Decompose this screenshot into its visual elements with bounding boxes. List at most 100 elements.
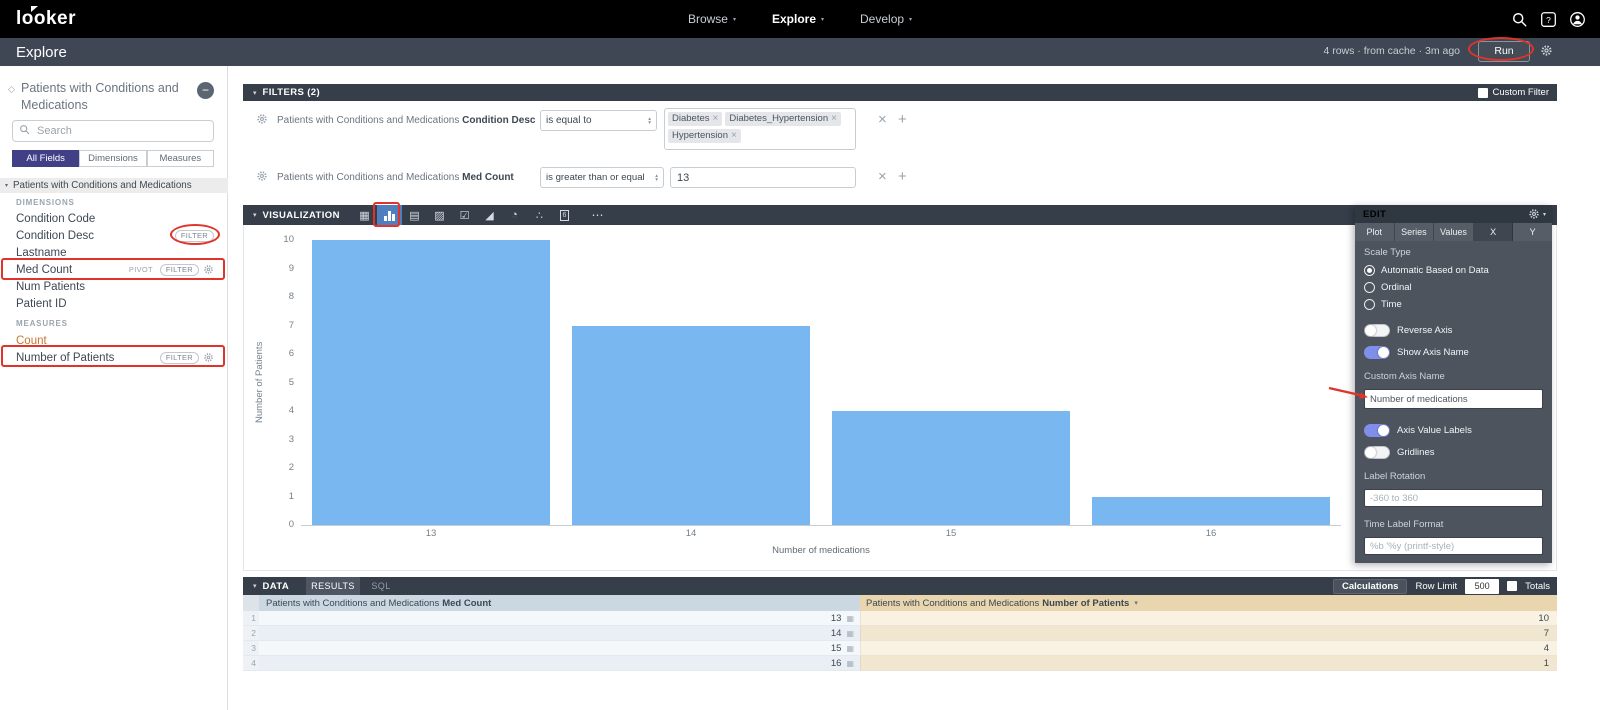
- filter-button[interactable]: FILTER: [175, 230, 214, 242]
- tab-sql[interactable]: SQL: [360, 577, 402, 595]
- box-plot-icon[interactable]: ▨: [427, 205, 452, 225]
- nav-develop[interactable]: Develop▾: [860, 12, 912, 26]
- run-button[interactable]: Run: [1478, 41, 1530, 62]
- show-axis-name-toggle[interactable]: [1364, 346, 1390, 359]
- radio-time[interactable]: Time: [1364, 296, 1543, 313]
- drill-grid-icon[interactable]: ▦: [846, 614, 854, 623]
- remove-tag-icon[interactable]: ×: [831, 113, 837, 125]
- top-nav: looker Browse▾ Explore▾ Develop▾ ?: [0, 0, 1600, 38]
- med-count-column-header[interactable]: Patients with Conditions and Medications…: [259, 595, 860, 611]
- account-icon[interactable]: [1569, 11, 1586, 28]
- looker-logo[interactable]: looker: [16, 8, 76, 30]
- filter-button[interactable]: FILTER: [160, 264, 199, 276]
- drill-grid-icon[interactable]: ▦: [846, 629, 854, 638]
- bar-14[interactable]: [572, 326, 810, 526]
- med-count-value: 15: [831, 643, 842, 654]
- radio-ordinal[interactable]: Ordinal: [1364, 279, 1543, 296]
- calculations-button[interactable]: Calculations: [1333, 579, 1408, 594]
- tab-plot[interactable]: Plot: [1355, 223, 1395, 241]
- field-count[interactable]: Count: [0, 332, 228, 349]
- radio-icon[interactable]: [1364, 265, 1375, 276]
- gear-icon[interactable]: [256, 113, 268, 125]
- remove-tag-icon[interactable]: ×: [731, 130, 737, 142]
- filter-value-input[interactable]: [670, 167, 856, 188]
- radio-automatic-based-on-data[interactable]: Automatic Based on Data: [1364, 262, 1543, 279]
- remove-filter-icon[interactable]: ×: [878, 113, 887, 127]
- bar-15[interactable]: [832, 411, 1070, 525]
- gear-icon[interactable]: [256, 170, 268, 182]
- x-tick-label: 16: [1081, 528, 1341, 539]
- gear-icon[interactable]: [1540, 44, 1553, 57]
- nav-browse[interactable]: Browse▾: [688, 12, 736, 26]
- row-limit-input[interactable]: [1465, 579, 1499, 594]
- drill-grid-icon[interactable]: ▦: [846, 659, 854, 668]
- explore-title: Patients with Conditions and Medications: [21, 80, 189, 114]
- totals-checkbox[interactable]: [1507, 581, 1517, 591]
- filter-value-tags[interactable]: Diabetes×Diabetes_Hypertension× Hypertens…: [664, 108, 856, 150]
- field-condition-code[interactable]: Condition Code: [0, 210, 228, 227]
- tab-results[interactable]: RESULTS: [306, 577, 360, 595]
- area-chart-icon[interactable]: ◢: [477, 205, 502, 225]
- pivot-button[interactable]: PIVOT: [126, 264, 156, 276]
- field-number-of-patients[interactable]: Number of PatientsFILTER: [0, 349, 228, 366]
- search-input[interactable]: [35, 124, 207, 138]
- scatter-plot-icon[interactable]: ∴: [527, 205, 552, 225]
- filter-tag[interactable]: Diabetes×: [668, 112, 722, 126]
- axis-value-labels-toggle[interactable]: [1364, 424, 1390, 437]
- filters-section-bar[interactable]: ▾ FILTERS (2) Custom Filter: [243, 84, 1557, 101]
- tab-x[interactable]: X: [1474, 223, 1514, 241]
- nav-explore[interactable]: Explore▾: [772, 12, 824, 26]
- gear-icon[interactable]: [203, 264, 214, 275]
- help-icon[interactable]: ?: [1540, 11, 1557, 28]
- toggle-label: Reverse Axis: [1397, 325, 1452, 336]
- custom-filter-checkbox[interactable]: [1478, 88, 1488, 98]
- bar-chart-icon[interactable]: [377, 205, 402, 225]
- filter-tag[interactable]: Hypertension×: [668, 129, 741, 143]
- radio-icon[interactable]: [1364, 299, 1375, 310]
- radio-icon[interactable]: [1364, 282, 1375, 293]
- tab-measures[interactable]: Measures: [147, 150, 214, 167]
- add-filter-icon[interactable]: +: [898, 113, 907, 127]
- bar-13[interactable]: [312, 240, 550, 525]
- tab-all-fields[interactable]: All Fields: [12, 150, 79, 167]
- gear-icon[interactable]: [1528, 208, 1540, 220]
- search-icon[interactable]: [1511, 11, 1528, 28]
- filter-tag[interactable]: Diabetes_Hypertension×: [725, 112, 841, 126]
- field-med-count[interactable]: Med CountPIVOTFILTER: [0, 261, 228, 278]
- check-icon[interactable]: ☑: [452, 205, 477, 225]
- custom-axis-name-input[interactable]: [1364, 389, 1543, 409]
- field-patient-id[interactable]: Patient ID: [0, 295, 228, 312]
- view-group-header[interactable]: ▾ Patients with Conditions and Medicatio…: [0, 178, 228, 193]
- filter-operator-select[interactable]: is equal to ▴▾: [540, 110, 657, 131]
- more-icon[interactable]: ⋯: [585, 205, 610, 225]
- add-filter-icon[interactable]: +: [898, 170, 907, 184]
- gear-icon[interactable]: [203, 352, 214, 363]
- label-rotation-input[interactable]: [1364, 489, 1543, 507]
- data-section-bar[interactable]: ▾ DATA RESULTS SQL Calculations Row Limi…: [243, 577, 1557, 595]
- num-patients-cell: 1: [860, 656, 1557, 671]
- number-of-patients-column-header[interactable]: Patients with Conditions and Medications…: [860, 595, 1557, 611]
- field-search[interactable]: [12, 120, 214, 142]
- collapse-sidebar-button[interactable]: −: [197, 82, 214, 99]
- single-value-icon[interactable]: 6: [552, 205, 577, 225]
- pie-chart-icon[interactable]: ◔: [502, 205, 527, 225]
- viz-type-toolbar: ▦ ▤▨☑◢◔∴6 ⋯: [352, 205, 610, 225]
- tab-values[interactable]: Values: [1434, 223, 1474, 241]
- gridlines-toggle[interactable]: [1364, 446, 1390, 459]
- filter-button[interactable]: FILTER: [160, 352, 199, 364]
- reverse-axis-toggle[interactable]: [1364, 324, 1390, 337]
- field-lastname[interactable]: Lastname: [0, 244, 228, 261]
- tab-series[interactable]: Series: [1395, 223, 1435, 241]
- table-report-icon[interactable]: ▤: [402, 205, 427, 225]
- remove-filter-icon[interactable]: ×: [878, 170, 887, 184]
- bar-16[interactable]: [1092, 497, 1330, 526]
- tab-dimensions[interactable]: Dimensions: [79, 150, 146, 167]
- drill-grid-icon[interactable]: ▦: [846, 644, 854, 653]
- filter-operator-select[interactable]: is greater than or equal ▴▾: [540, 167, 664, 188]
- field-num-patients[interactable]: Num Patients: [0, 278, 228, 295]
- remove-tag-icon[interactable]: ×: [713, 113, 719, 125]
- time-label-format-input[interactable]: [1364, 537, 1543, 555]
- table-icon[interactable]: ▦: [352, 205, 377, 225]
- field-condition-desc[interactable]: Condition DescFILTER: [0, 227, 228, 244]
- tab-y[interactable]: Y: [1513, 223, 1552, 241]
